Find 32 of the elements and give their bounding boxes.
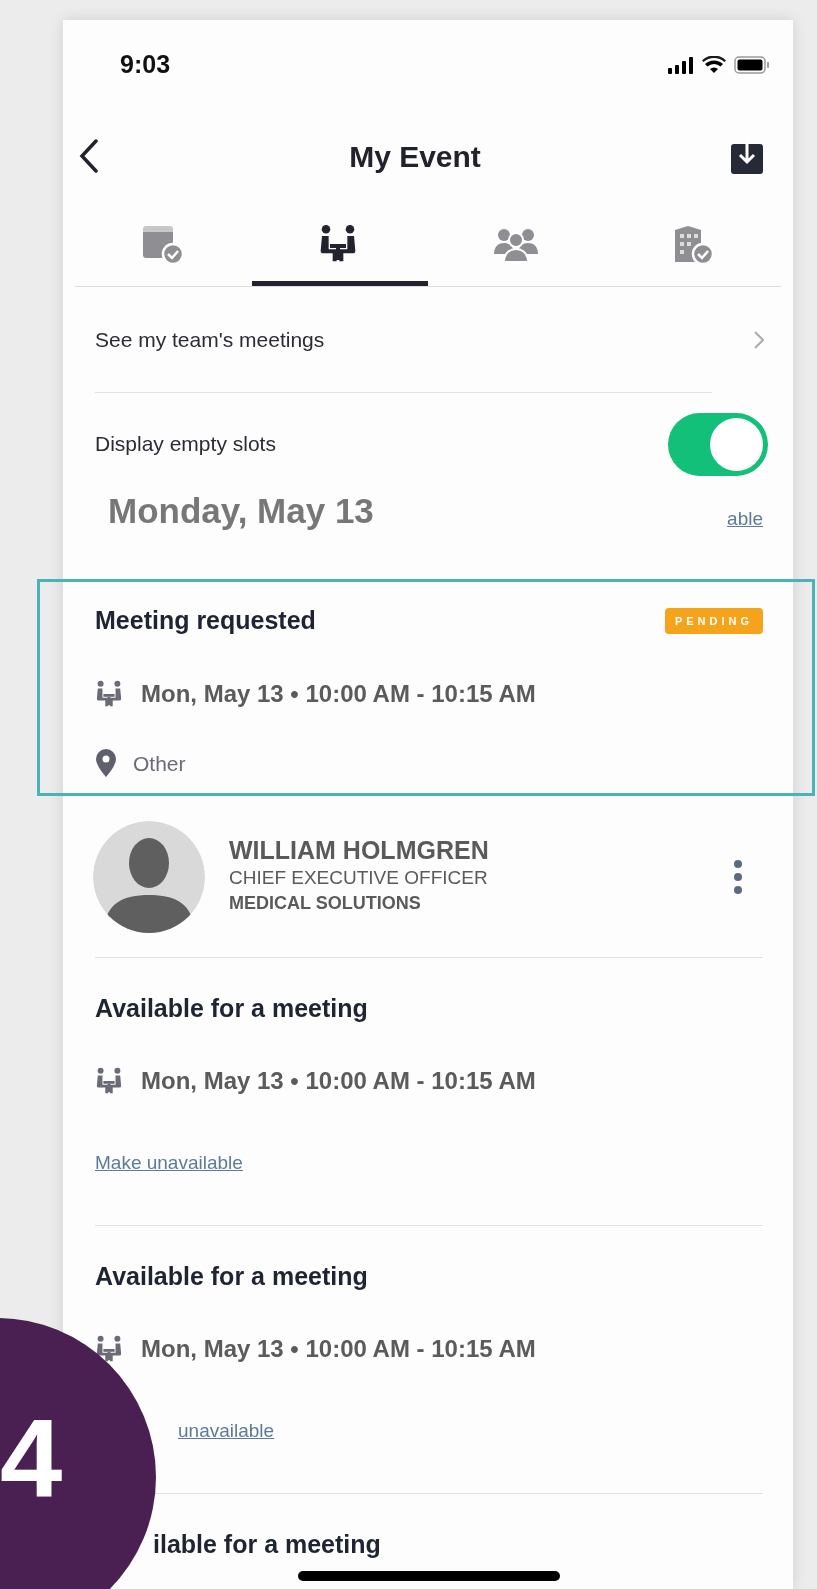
- contact-job-title: CHIEF EXECUTIVE OFFICER: [229, 865, 489, 890]
- slot-title: Available for a meeting: [95, 993, 369, 1024]
- team-meetings-row[interactable]: See my team's meetings: [63, 287, 793, 392]
- make-unavailable-link[interactable]: unavailable: [178, 1416, 275, 1445]
- wifi-icon: [702, 56, 726, 74]
- slot-time: Mon, May 13 • 10:00 AM - 10:15 AM: [141, 1065, 536, 1096]
- slot-title: Available for a meeting: [95, 1261, 369, 1292]
- location-pin-icon: [95, 749, 117, 778]
- step-number: 4: [0, 1403, 63, 1515]
- signal-icon: [668, 56, 694, 74]
- row-label: See my team's meetings: [95, 326, 325, 353]
- more-options-button[interactable]: [733, 859, 743, 894]
- kebab-menu-icon: [733, 859, 743, 894]
- toggle-label: Display empty slots: [95, 431, 276, 458]
- meeting-time: Mon, May 13 • 10:00 AM - 10:15 AM: [141, 678, 536, 709]
- meeting-title: Meeting requested: [95, 605, 316, 636]
- availability-link[interactable]: able: [727, 505, 763, 534]
- battery-icon: [734, 56, 770, 74]
- date-heading: Monday, May 13: [108, 490, 374, 532]
- screen-title: My Event: [349, 138, 481, 175]
- avatar-silhouette-icon: [93, 820, 205, 933]
- contact-name: WILLIAM HOLMGREN: [229, 835, 490, 865]
- make-unavailable-link[interactable]: Make unavailable: [95, 1148, 243, 1177]
- slot-time: Mon, May 13 • 10:00 AM - 10:15 AM: [141, 1333, 536, 1364]
- meeting-location: Other: [133, 750, 186, 777]
- slot-title: ilable for a meeting: [153, 1529, 382, 1560]
- status-time: 9:03: [120, 49, 171, 81]
- contact-company: MEDICAL SOLUTIONS: [229, 892, 422, 916]
- back-chevron-icon: [79, 139, 99, 173]
- chevron-right-icon: [753, 329, 765, 350]
- back-button[interactable]: [79, 139, 99, 173]
- status-badge: PENDING: [664, 607, 763, 634]
